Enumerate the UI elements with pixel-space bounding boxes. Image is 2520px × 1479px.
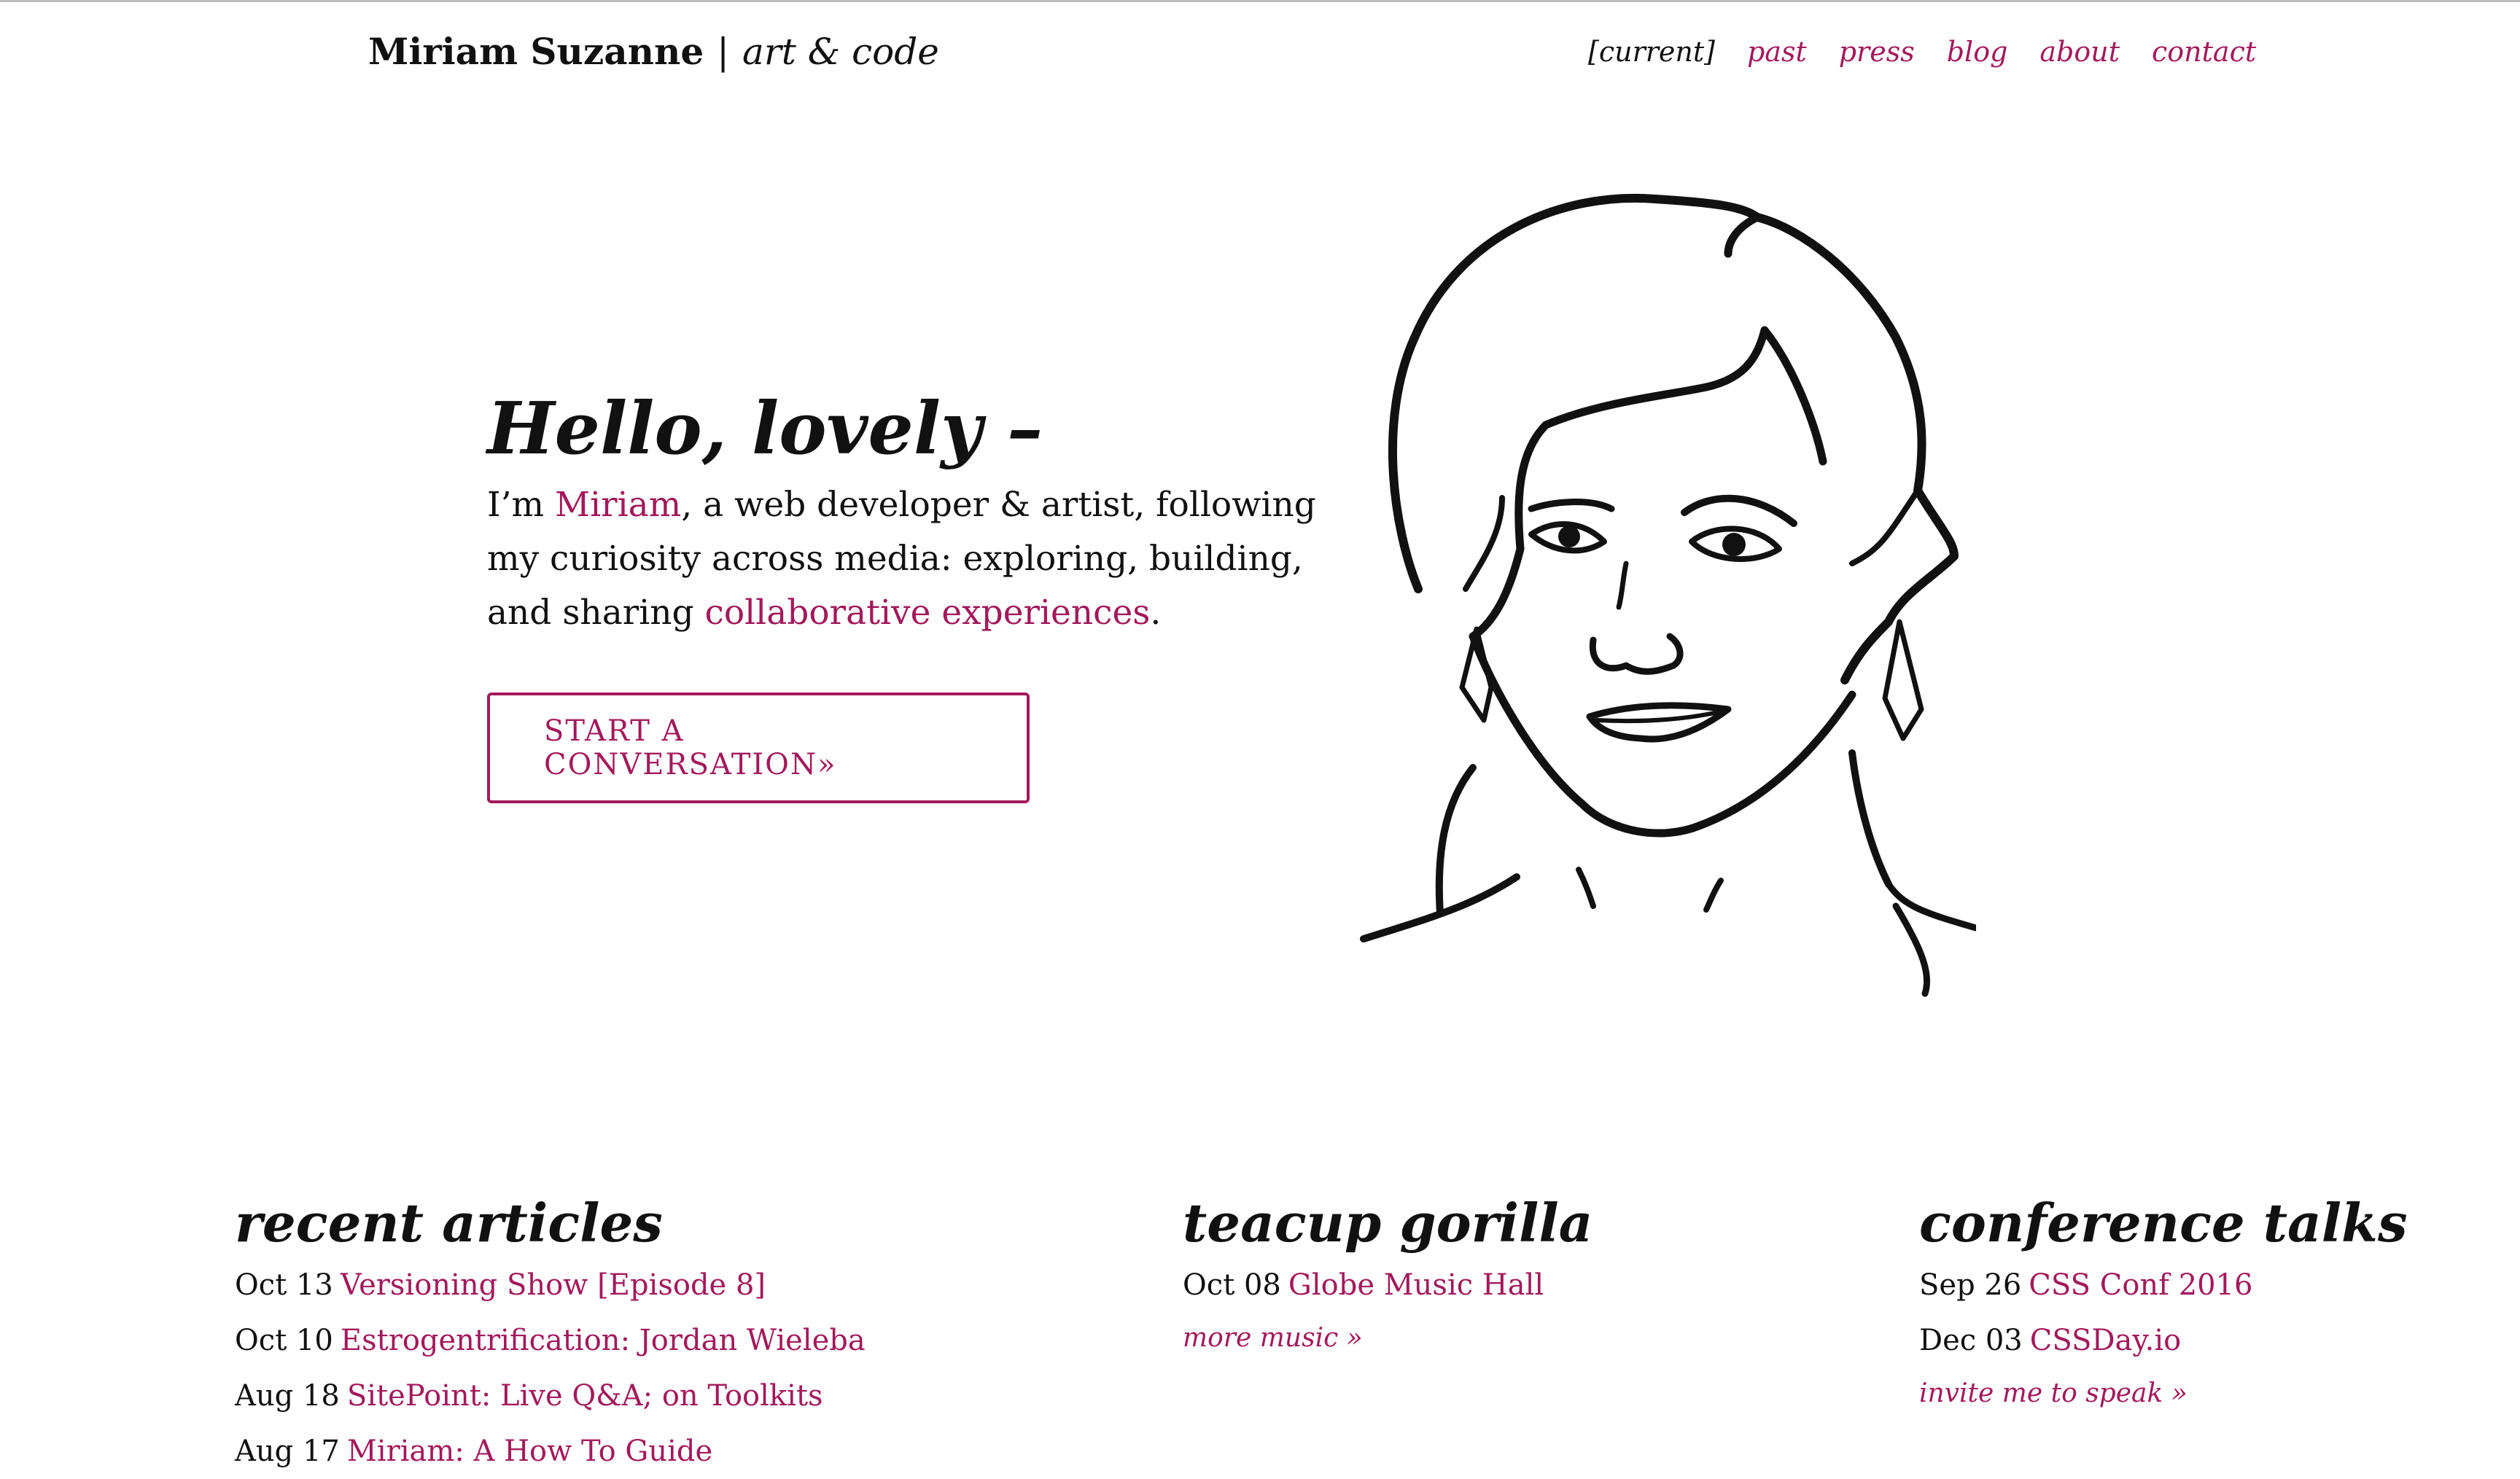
site-name[interactable]: Miriam Suzanne: [368, 30, 704, 73]
show-date: Oct 08: [1183, 1268, 1281, 1303]
article-link[interactable]: SitePoint: Live Q&A; on Toolkits: [347, 1379, 823, 1413]
more-music-link[interactable]: more music »: [1183, 1323, 1363, 1353]
nav-item-current[interactable]: [current]: [1588, 36, 1715, 68]
list-item: Aug 18 SitePoint: Live Q&A; on Toolkits: [235, 1368, 866, 1424]
talk-date: Dec 03: [1919, 1324, 2023, 1358]
teacup-gorilla: teacup gorilla Oct 08 Globe Music Hall mo…: [1183, 1194, 1592, 1353]
talk-date: Sep 26: [1919, 1268, 2022, 1303]
talk-link[interactable]: CSS Conf 2016: [2029, 1268, 2252, 1302]
neck-right: [1848, 749, 1892, 888]
nav-item-past[interactable]: past: [1747, 36, 1807, 68]
article-date: Oct 13: [235, 1268, 333, 1303]
miriam-link[interactable]: Miriam: [555, 485, 681, 525]
nose-bridge: [1616, 561, 1629, 610]
intro-suffix: .: [1150, 592, 1162, 633]
article-link[interactable]: Estrogentrification: Jordan Wieleba: [341, 1324, 866, 1357]
hair-strand: [1463, 495, 1505, 592]
main-nav: [current] past press blog about contact: [1588, 36, 2256, 68]
list-item: Oct 10 Estrogentrification: Jordan Wieleb…: [235, 1313, 866, 1368]
list-item: Oct 08 Globe Music Hall: [1183, 1257, 1592, 1313]
show-link[interactable]: Globe Music Hall: [1288, 1268, 1544, 1302]
article-date: Aug 18: [235, 1379, 340, 1413]
hair-strand-right: [1849, 488, 1921, 566]
nav-item-contact[interactable]: contact: [2152, 36, 2256, 68]
recent-articles: recent articles Oct 13 Versioning Show [E…: [235, 1194, 866, 1479]
hero-heading: Hello, lovely –: [487, 387, 1043, 471]
article-link[interactable]: Versioning Show [Episode 8]: [341, 1268, 766, 1302]
music-title: teacup gorilla: [1183, 1192, 1593, 1254]
article-date: Aug 17: [235, 1435, 340, 1469]
nose: [1589, 633, 1684, 675]
site-title[interactable]: Miriam Suzanne | art & code: [368, 30, 939, 73]
portrait-illustration: [1360, 194, 1976, 997]
collaborative-experiences-link[interactable]: collaborative experiences: [705, 593, 1151, 633]
talks-title: conference talks: [1919, 1192, 2408, 1254]
list-item: Sep 26 CSS Conf 2016: [1919, 1257, 2407, 1313]
talk-link[interactable]: CSSDay.io: [2030, 1324, 2182, 1357]
nav-item-blog[interactable]: blog: [1947, 36, 2008, 68]
list-item: Aug 17 Miriam: A How To Guide: [235, 1424, 866, 1479]
invite-to-speak-link[interactable]: invite me to speak »: [1919, 1378, 2188, 1408]
hero-intro: I’m Miriam, a web developer & artist, fo…: [487, 478, 1348, 640]
hair-outline: [1388, 194, 1959, 684]
list-item: Dec 03 CSSDay.io: [1919, 1313, 2407, 1368]
neck-left: [1435, 764, 1477, 917]
articles-title: recent articles: [235, 1192, 663, 1254]
collar-left: [1576, 867, 1596, 909]
right-brow: [1681, 494, 1797, 527]
hair-fringe: [1724, 213, 1762, 258]
right-pupil: [1722, 533, 1746, 556]
site-tagline: art & code: [742, 31, 939, 73]
intro-prefix: I’m: [487, 484, 556, 525]
nav-item-press[interactable]: press: [1839, 36, 1915, 68]
article-link[interactable]: Miriam: A How To Guide: [347, 1435, 712, 1468]
start-conversation-button[interactable]: START A CONVERSATION»: [487, 692, 1030, 803]
left-brow: [1528, 499, 1615, 512]
article-date: Oct 10: [235, 1324, 333, 1358]
chest-right: [1892, 902, 1931, 997]
left-pupil: [1558, 526, 1580, 547]
right-earring: [1882, 619, 1924, 741]
conference-talks: conference talks Sep 26 CSS Conf 2016 Dec…: [1919, 1194, 2407, 1408]
hero: Hello, lovely – I’m Miriam, a web develo…: [487, 387, 1362, 803]
hair-part: [1541, 326, 1827, 466]
list-item: Oct 13 Versioning Show [Episode 8]: [235, 1257, 866, 1313]
collar-right: [1703, 878, 1724, 913]
title-separator: |: [717, 31, 730, 73]
nav-item-about[interactable]: about: [2039, 36, 2120, 68]
